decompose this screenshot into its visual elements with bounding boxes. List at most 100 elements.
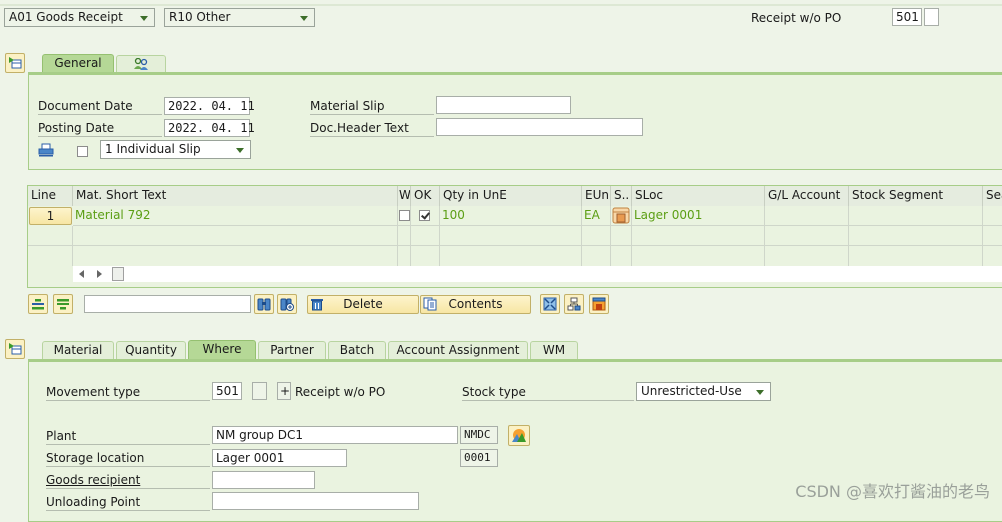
- unloading-point-input[interactable]: [212, 492, 419, 510]
- plant-code-input[interactable]: NMDC: [460, 426, 498, 444]
- expand-detail-button[interactable]: [5, 339, 25, 359]
- w-checkbox[interactable]: [399, 210, 410, 221]
- storage-location-code-input[interactable]: 0001: [460, 449, 498, 467]
- delete-button[interactable]: Delete: [307, 295, 419, 314]
- empty-cell[interactable]: [765, 246, 849, 266]
- goods-recipient-input[interactable]: [212, 471, 315, 489]
- empty-cell[interactable]: [73, 226, 398, 246]
- expand-panel-icon: [9, 343, 22, 355]
- cell-stock-segment[interactable]: [849, 206, 983, 226]
- table-search-input[interactable]: [84, 295, 251, 313]
- empty-cell[interactable]: [611, 226, 632, 246]
- scroll-left-icon[interactable]: [79, 270, 84, 278]
- storage-button[interactable]: [589, 294, 609, 314]
- column-header-gl-account[interactable]: G/L Account: [765, 186, 849, 206]
- cell-mat-short-text[interactable]: Material 792: [73, 206, 398, 226]
- cell-sloc[interactable]: Lager 0001: [632, 206, 765, 226]
- print-checkbox[interactable]: [77, 144, 88, 158]
- storage-location-name-input[interactable]: Lager 0001: [212, 449, 347, 467]
- column-header-ok[interactable]: OK: [411, 186, 440, 206]
- scroll-thumb[interactable]: [112, 267, 124, 281]
- column-header-sea[interactable]: Sea: [983, 186, 1002, 206]
- cell-qty[interactable]: 100: [440, 206, 582, 226]
- cell-sea[interactable]: [983, 206, 1002, 226]
- top-divider: [0, 4, 1002, 6]
- cell-s[interactable]: [611, 206, 632, 226]
- empty-cell[interactable]: [611, 246, 632, 266]
- column-header-sloc[interactable]: SLoc: [632, 186, 765, 206]
- empty-cell[interactable]: [983, 246, 1002, 266]
- empty-cell[interactable]: [28, 246, 73, 266]
- column-header-line[interactable]: Line: [28, 186, 73, 206]
- empty-cell[interactable]: [765, 226, 849, 246]
- ok-checkbox[interactable]: [419, 210, 430, 221]
- posting-date-input[interactable]: 2022. 04. 11: [164, 119, 255, 137]
- empty-cell[interactable]: [849, 226, 983, 246]
- column-header-stock-segment[interactable]: Stock Segment: [849, 186, 983, 206]
- watermark: CSDN @喜欢打酱油的老鸟: [795, 482, 990, 501]
- tab-account-assignment[interactable]: Account Assignment: [388, 341, 528, 359]
- empty-cell[interactable]: [73, 246, 398, 266]
- material-slip-input[interactable]: [436, 96, 571, 114]
- column-header-mat-short-text[interactable]: Mat. Short Text: [73, 186, 398, 206]
- empty-cell[interactable]: [849, 246, 983, 266]
- tab-where-label: Where: [202, 342, 242, 356]
- slip-type-select[interactable]: 1 Individual Slip: [100, 140, 251, 159]
- tab-quantity[interactable]: Quantity: [116, 341, 186, 359]
- select-all-button[interactable]: [28, 294, 48, 314]
- tab-partners[interactable]: [116, 55, 166, 73]
- contents-button[interactable]: Contents: [420, 295, 531, 314]
- tab-batch[interactable]: Batch: [328, 341, 386, 359]
- find-next-button[interactable]: [277, 294, 297, 314]
- goods-recipient-label[interactable]: Goods recipient: [46, 472, 210, 489]
- expand-all-button[interactable]: [540, 294, 560, 314]
- header-movement-special[interactable]: [924, 8, 939, 26]
- tab-where[interactable]: Where: [188, 340, 256, 360]
- cell-w[interactable]: [398, 206, 411, 226]
- movement-special-input[interactable]: [252, 382, 267, 400]
- empty-cell[interactable]: [440, 226, 582, 246]
- deselect-all-button[interactable]: [53, 294, 73, 314]
- tab-wm[interactable]: WM: [530, 341, 578, 359]
- horizontal-scrollbar[interactable]: [73, 266, 1002, 282]
- find-button[interactable]: [254, 294, 274, 314]
- header-movement-code[interactable]: 501: [892, 8, 922, 26]
- empty-cell[interactable]: [398, 226, 411, 246]
- warehouse-icon: [592, 297, 606, 311]
- plant-name-input[interactable]: NM group DC1: [212, 426, 458, 444]
- empty-cell[interactable]: [28, 226, 73, 246]
- empty-cell[interactable]: [632, 226, 765, 246]
- empty-cell[interactable]: [398, 246, 411, 266]
- print-button[interactable]: [38, 143, 54, 160]
- expand-header-button[interactable]: [5, 53, 25, 73]
- tab-partner[interactable]: Partner: [258, 341, 326, 359]
- column-header-eun[interactable]: EUn: [582, 186, 611, 206]
- column-header-s[interactable]: S..: [611, 186, 632, 206]
- chevron-down-icon: [140, 16, 148, 21]
- empty-cell[interactable]: [411, 226, 440, 246]
- column-header-w[interactable]: W: [398, 186, 411, 206]
- cell-eun[interactable]: EA: [582, 206, 611, 226]
- empty-cell[interactable]: [411, 246, 440, 266]
- row-selector-button[interactable]: 1: [29, 207, 72, 225]
- column-header-qty[interactable]: Qty in UnE: [440, 186, 582, 206]
- empty-cell[interactable]: [632, 246, 765, 266]
- empty-cell[interactable]: [440, 246, 582, 266]
- plant-overview-button[interactable]: [508, 425, 530, 446]
- tab-general[interactable]: General: [42, 54, 114, 74]
- empty-cell[interactable]: [582, 246, 611, 266]
- empty-cell[interactable]: [983, 226, 1002, 246]
- tab-partner-label: Partner: [270, 343, 314, 357]
- reference-select[interactable]: R10 Other: [164, 8, 315, 27]
- tab-material[interactable]: Material: [42, 341, 114, 359]
- cell-ok[interactable]: [411, 206, 440, 226]
- empty-cell[interactable]: [582, 226, 611, 246]
- action-select[interactable]: A01 Goods Receipt: [4, 8, 155, 27]
- cell-gl-account[interactable]: [765, 206, 849, 226]
- movement-type-input[interactable]: 501: [212, 382, 242, 400]
- document-date-input[interactable]: 2022. 04. 11: [164, 97, 255, 115]
- doc-header-text-input[interactable]: [436, 118, 643, 136]
- hierarchy-button[interactable]: [564, 294, 584, 314]
- scroll-right-icon[interactable]: [97, 270, 102, 278]
- stock-type-select[interactable]: Unrestricted-Use: [636, 382, 771, 401]
